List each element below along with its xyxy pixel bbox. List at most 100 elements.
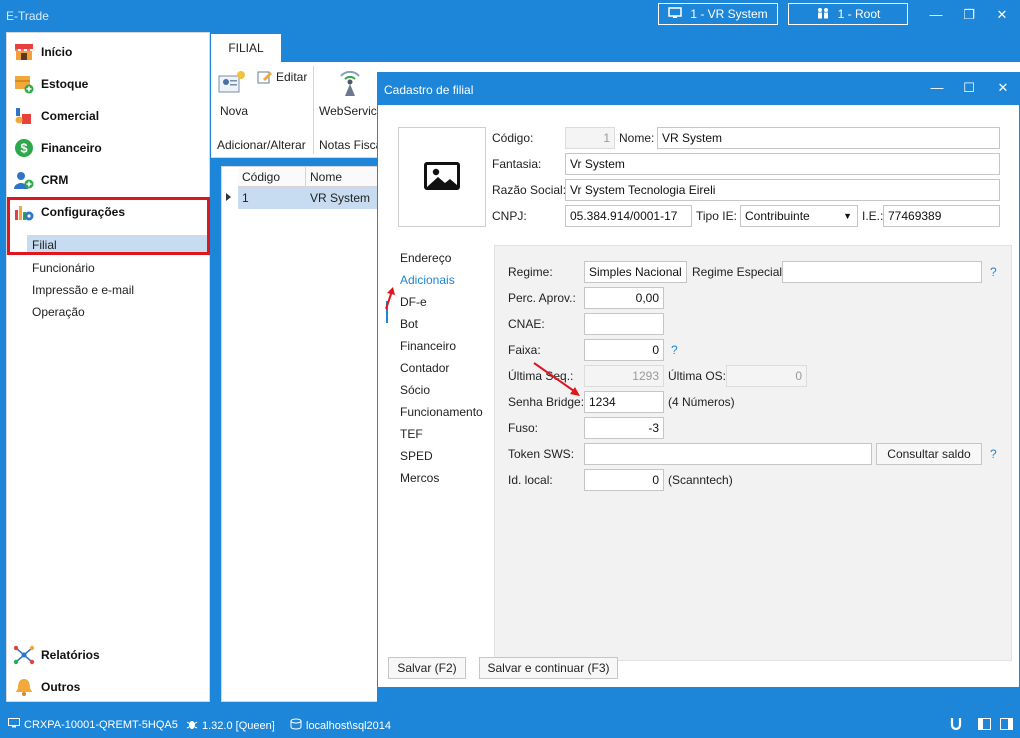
magnet-icon[interactable] bbox=[950, 717, 962, 734]
arrow-to-adicionais-head bbox=[387, 287, 395, 295]
ribbon-group-adicionar: Adicionar/Alterar bbox=[217, 138, 306, 152]
sidebar-item-outros[interactable]: Outros bbox=[13, 674, 203, 700]
ribbon-divider bbox=[313, 66, 314, 154]
perc-aprov-label: Perc. Aprov.: bbox=[508, 291, 576, 305]
layout-right-icon[interactable] bbox=[1000, 718, 1013, 733]
adicionais-panel: Regime: Simples Nacional Regime Especial… bbox=[494, 245, 1012, 661]
close-button[interactable]: ✕ bbox=[991, 6, 1013, 24]
id-local-field[interactable]: 0 bbox=[584, 469, 664, 491]
webservice-button[interactable]: WebService bbox=[317, 68, 383, 118]
perc-aprov-field[interactable]: 0,00 bbox=[584, 287, 664, 309]
sidebar-item-inicio[interactable]: Início bbox=[13, 39, 203, 65]
tab-contador[interactable]: Contador bbox=[400, 358, 449, 378]
grid-cell-codigo[interactable]: 1 bbox=[238, 187, 306, 209]
senha-bridge-field[interactable]: 1234 bbox=[584, 391, 664, 413]
dialog-close-button[interactable]: ✕ bbox=[992, 79, 1014, 97]
tab-financeiro[interactable]: Financeiro bbox=[400, 336, 456, 356]
nova-button[interactable]: Nova bbox=[217, 70, 253, 120]
dialog-maximize-button[interactable]: ☐ bbox=[958, 79, 980, 97]
tab-mercos[interactable]: Mercos bbox=[400, 468, 439, 488]
razao-social-label: Razão Social: bbox=[492, 183, 567, 197]
faixa-help-icon[interactable]: ? bbox=[671, 340, 678, 360]
sidebar-item-crm[interactable]: CRM bbox=[13, 167, 203, 193]
tipo-ie-label: Tipo IE: bbox=[696, 209, 737, 223]
photo-upload[interactable] bbox=[398, 127, 486, 227]
tipo-ie-select[interactable]: Contribuinte ▼ bbox=[740, 205, 858, 227]
ultima-os-field: 0 bbox=[726, 365, 807, 387]
tab-bot[interactable]: Bot bbox=[400, 314, 418, 334]
tab-filial[interactable]: FILIAL bbox=[211, 34, 281, 62]
nome-field[interactable]: VR System bbox=[657, 127, 1000, 149]
highlight-box bbox=[7, 197, 210, 255]
tab-dfe[interactable]: DF-e bbox=[400, 292, 427, 312]
sidebar-item-label: CRM bbox=[41, 173, 69, 187]
salvar-continuar-button[interactable]: Salvar e continuar (F3) bbox=[479, 657, 618, 679]
cnpj-label: CNPJ: bbox=[492, 209, 527, 223]
chevron-down-icon: ▼ bbox=[843, 211, 852, 221]
fantasia-field[interactable]: Vr System bbox=[565, 153, 1000, 175]
cnae-field[interactable] bbox=[584, 313, 664, 335]
consultar-saldo-button[interactable]: Consultar saldo bbox=[876, 443, 982, 465]
restore-button[interactable]: ❐ bbox=[958, 6, 980, 24]
tab-funcionamento[interactable]: Funcionamento bbox=[400, 402, 483, 422]
dollar-icon: $ bbox=[13, 137, 35, 159]
sidebar-item-estoque[interactable]: Estoque bbox=[13, 71, 203, 97]
new-record-icon bbox=[217, 71, 247, 99]
cnpj-field[interactable]: 05.384.914/0001-17 bbox=[565, 205, 692, 227]
server-text: localhost\sql2014 bbox=[306, 719, 392, 732]
computer-icon bbox=[8, 718, 20, 731]
tab-tef[interactable]: TEF bbox=[400, 424, 423, 444]
faixa-field[interactable]: 0 bbox=[584, 339, 664, 361]
image-icon bbox=[422, 160, 462, 195]
dialog-footer-bar bbox=[378, 687, 1019, 701]
edit-icon bbox=[257, 70, 273, 87]
bell-icon bbox=[13, 676, 35, 698]
system-selector[interactable]: 1 - VR System bbox=[658, 3, 778, 25]
codigo-field[interactable]: 1 bbox=[565, 127, 615, 149]
sidebar-item-label: Estoque bbox=[41, 77, 89, 91]
network-icon bbox=[13, 644, 35, 666]
razao-social-field[interactable]: Vr System Tecnologia Eireli bbox=[565, 179, 1000, 201]
token-help-icon[interactable]: ? bbox=[990, 444, 997, 464]
ie-field[interactable]: 77469389 bbox=[883, 205, 1000, 227]
tab-adicionais[interactable]: Adicionais bbox=[400, 270, 455, 290]
nome-label: Nome: bbox=[619, 131, 655, 145]
token-sws-field[interactable] bbox=[584, 443, 872, 465]
sidebar-item-comercial[interactable]: Comercial bbox=[13, 103, 203, 129]
fuso-field[interactable]: -3 bbox=[584, 417, 664, 439]
app-titlebar: E-Trade 1 - VR System 1 - Root — ❐ ✕ bbox=[0, 0, 1020, 32]
salvar-button[interactable]: Salvar (F2) bbox=[388, 657, 466, 679]
sidebar-subitem-funcionario[interactable]: Funcionário bbox=[27, 258, 207, 278]
editar-button[interactable]: Editar bbox=[257, 68, 313, 88]
sidebar-subitem-operacao[interactable]: Operação bbox=[27, 302, 207, 322]
layout-left-icon[interactable] bbox=[978, 718, 991, 733]
regime-help-icon[interactable]: ? bbox=[990, 262, 997, 282]
sidebar-item-financeiro[interactable]: $ Financeiro bbox=[13, 135, 203, 161]
user-selector[interactable]: 1 - Root bbox=[788, 3, 908, 25]
antenna-icon bbox=[335, 68, 365, 101]
status-version: 1.32.0 [Queen] bbox=[186, 718, 275, 733]
monitor-icon bbox=[668, 6, 683, 22]
tab-endereco[interactable]: Endereço bbox=[400, 248, 451, 268]
dialog-minimize-button[interactable]: — bbox=[926, 79, 948, 97]
tab-socio[interactable]: Sócio bbox=[400, 380, 430, 400]
sidebar-item-relatorios[interactable]: Relatórios bbox=[13, 642, 203, 668]
regime-especial-label: Regime Especial: bbox=[692, 265, 786, 279]
ultima-os-label: Última OS: bbox=[668, 369, 727, 383]
grid-header-codigo[interactable]: Código bbox=[238, 167, 306, 187]
sidebar-item-label: Financeiro bbox=[41, 141, 102, 155]
store-icon bbox=[13, 41, 35, 63]
sidebar-subitem-impressao[interactable]: Impressão e e-mail bbox=[27, 280, 207, 300]
ultima-seq-field: 1293 bbox=[584, 365, 664, 387]
ultima-seq-label: Última Seq.: bbox=[508, 369, 574, 383]
sales-icon bbox=[13, 105, 35, 127]
users-icon bbox=[816, 7, 830, 22]
cnae-label: CNAE: bbox=[508, 317, 545, 331]
tab-sped[interactable]: SPED bbox=[400, 446, 433, 466]
senha-bridge-label: Senha Bridge: bbox=[508, 395, 585, 409]
regime-especial-field[interactable] bbox=[782, 261, 982, 283]
regime-field[interactable]: Simples Nacional bbox=[584, 261, 687, 283]
id-local-hint: (Scanntech) bbox=[668, 473, 733, 487]
minimize-button[interactable]: — bbox=[925, 6, 947, 24]
nova-label: Nova bbox=[220, 104, 249, 118]
